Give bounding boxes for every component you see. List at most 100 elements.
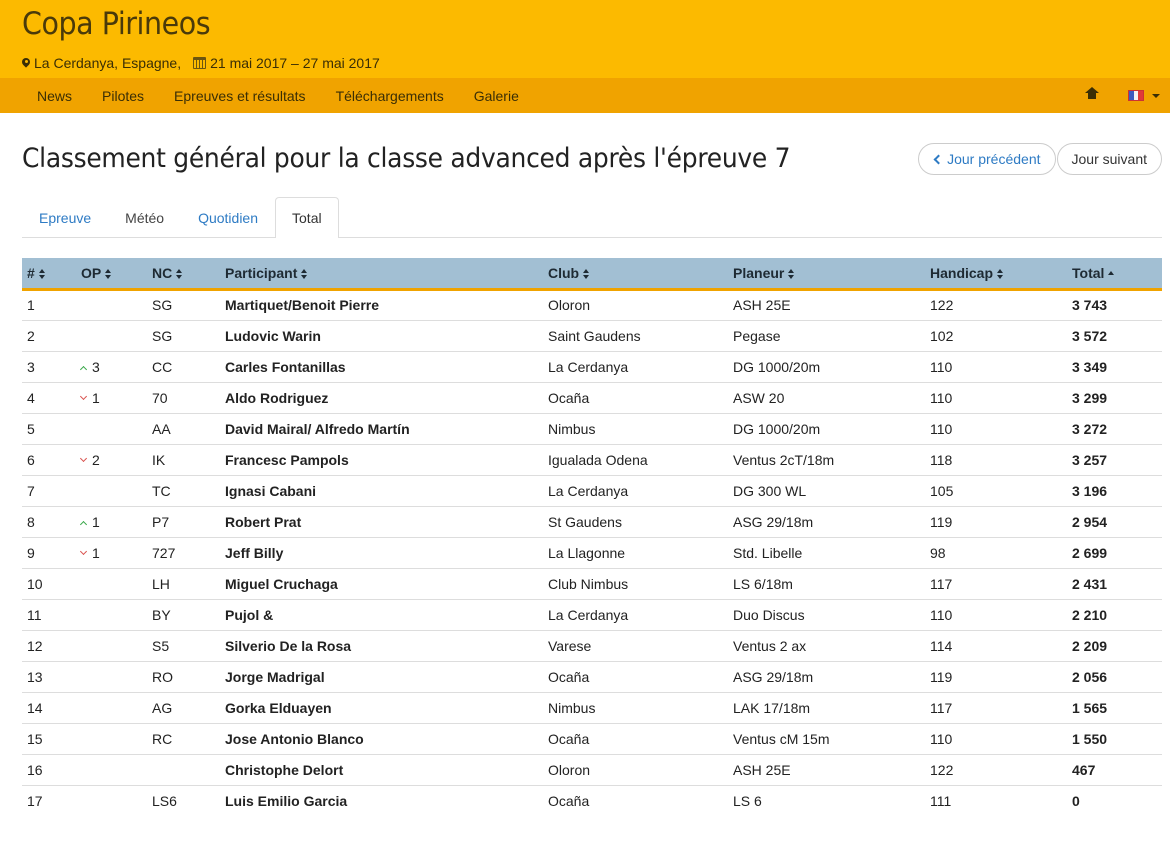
cell-planeur: DG 300 WL — [728, 474, 925, 506]
cell-op — [76, 412, 147, 444]
cell-nc: P7 — [147, 505, 220, 537]
cell-planeur: Duo Discus — [728, 598, 925, 630]
cell-club: Ocaña — [543, 784, 728, 816]
event-info: La Cerdanya, Espagne, 21 mai 2017 – 27 m… — [22, 55, 380, 71]
table-row: 11 BY Pujol & La Cerdanya Duo Discus 110 2 210 — [22, 598, 1162, 630]
table-row: 12 S5 Silverio De la Rosa Varese Ventus 2 ax… — [22, 629, 1162, 661]
cell-planeur: ASG 29/18m — [728, 505, 925, 537]
cell-total: 2 699 — [1067, 536, 1162, 568]
cell-rank: 3 — [22, 350, 76, 382]
column-header-participant[interactable]: Participant — [220, 258, 543, 291]
cell-op — [76, 784, 147, 816]
cell-participant: Jose Antonio Blanco — [220, 722, 543, 754]
cell-rank: 16 — [22, 753, 76, 785]
cell-rank: 8 — [22, 505, 76, 537]
table-row: 6 2 IK Francesc Pampols Igualada Odena Ventus… — [22, 443, 1162, 475]
table-header-row: # OP NC Participant Club Planeur Handica… — [22, 258, 1162, 291]
rank-up-icon — [79, 365, 88, 373]
language-dropdown-caret-icon[interactable] — [1152, 93, 1160, 98]
cell-op — [76, 289, 147, 320]
cell-club: La Llagonne — [543, 536, 728, 568]
cell-total: 3 272 — [1067, 412, 1162, 444]
cell-planeur: ASG 29/18m — [728, 660, 925, 692]
cell-rank: 15 — [22, 722, 76, 754]
rank-change-value: 1 — [92, 513, 100, 530]
rank-down-icon — [79, 393, 88, 401]
cell-participant: Ignasi Cabani — [220, 474, 543, 506]
cell-handicap: 110 — [925, 722, 1067, 754]
tab-meteo[interactable]: Météo — [108, 197, 181, 237]
cell-total: 2 210 — [1067, 598, 1162, 630]
table-row: 17 LS6 Luis Emilio Garcia Ocaña LS 6 111 0 — [22, 784, 1162, 816]
cell-club: La Cerdanya — [543, 350, 728, 382]
tab-epreuve[interactable]: Epreuve — [22, 197, 108, 237]
rank-change-value: 1 — [92, 389, 100, 406]
cell-participant: Carles Fontanillas — [220, 350, 543, 382]
home-icon[interactable] — [1085, 86, 1099, 101]
nav-pilotes[interactable]: Pilotes — [87, 88, 159, 104]
nav-epreuves-resultats[interactable]: Epreuves et résultats — [159, 88, 321, 104]
cell-nc: CC — [147, 350, 220, 382]
column-header-nc[interactable]: NC — [147, 258, 220, 291]
chevron-left-icon — [933, 154, 944, 164]
cell-nc: 727 — [147, 536, 220, 568]
next-day-button[interactable]: Jour suivant — [1056, 143, 1162, 175]
table-row: 5 AA David Mairal/ Alfredo Martín Nimbus DG … — [22, 412, 1162, 444]
rank-change-value: 3 — [92, 358, 100, 375]
cell-rank: 11 — [22, 598, 76, 630]
day-navigation: Jour précédent Jour suivant — [918, 143, 1162, 175]
event-location: La Cerdanya, Espagne, — [34, 55, 182, 71]
column-header-club[interactable]: Club — [543, 258, 728, 291]
previous-day-button[interactable]: Jour précédent — [918, 143, 1056, 175]
cell-club: Varese — [543, 629, 728, 661]
cell-rank: 10 — [22, 567, 76, 599]
cell-rank: 5 — [22, 412, 76, 444]
rank-up-icon — [79, 520, 88, 528]
cell-handicap: 117 — [925, 567, 1067, 599]
tab-quotidien[interactable]: Quotidien — [181, 197, 275, 237]
cell-total: 3 257 — [1067, 443, 1162, 475]
cell-op — [76, 598, 147, 630]
cell-handicap: 102 — [925, 319, 1067, 351]
cell-op: 3 — [76, 350, 147, 382]
cell-op — [76, 629, 147, 661]
column-header-total[interactable]: Total — [1067, 258, 1162, 291]
cell-nc: AG — [147, 691, 220, 723]
nav-news[interactable]: News — [22, 88, 87, 104]
cell-op — [76, 319, 147, 351]
cell-rank: 7 — [22, 474, 76, 506]
cell-total: 467 — [1067, 753, 1162, 785]
site-title[interactable]: Copa Pirineos — [22, 6, 211, 42]
column-header-handicap[interactable]: Handicap — [925, 258, 1067, 291]
cell-op: 2 — [76, 443, 147, 475]
site-header: Copa Pirineos La Cerdanya, Espagne, 21 m… — [0, 0, 1170, 78]
cell-club: Oloron — [548, 297, 591, 313]
cell-nc: LH — [147, 567, 220, 599]
cell-participant: Silverio De la Rosa — [220, 629, 543, 661]
cell-participant: David Mairal/ Alfredo Martín — [220, 412, 543, 444]
cell-handicap: 110 — [925, 412, 1067, 444]
cell-handicap: 118 — [925, 443, 1067, 475]
main-nav: News Pilotes Epreuves et résultats Téléc… — [0, 78, 1170, 113]
cell-total: 3 743 — [1072, 297, 1108, 313]
nav-galerie[interactable]: Galerie — [459, 88, 534, 104]
cell-planeur: Ventus cM 15m — [728, 722, 925, 754]
event-dates: 21 mai 2017 – 27 mai 2017 — [210, 55, 380, 71]
cell-club: Oloron — [543, 753, 728, 785]
cell-nc: RO — [147, 660, 220, 692]
cell-handicap: 110 — [925, 598, 1067, 630]
column-header-op[interactable]: OP — [76, 258, 147, 291]
cell-rank: 12 — [22, 629, 76, 661]
tab-total[interactable]: Total — [275, 197, 339, 238]
next-day-label: Jour suivant — [1071, 151, 1147, 167]
cell-nc: IK — [147, 443, 220, 475]
cell-club: Ocaña — [543, 381, 728, 413]
cell-participant: Miguel Cruchaga — [220, 567, 543, 599]
nav-telechargements[interactable]: Téléchargements — [321, 88, 459, 104]
column-header-planeur[interactable]: Planeur — [728, 258, 925, 291]
flag-fr-icon[interactable] — [1128, 90, 1144, 101]
cell-participant: Christophe Delort — [220, 753, 543, 785]
table-row: 16 Christophe Delort Oloron ASH 25E 122 467 — [22, 753, 1162, 785]
cell-nc: 70 — [147, 381, 220, 413]
column-header-rank[interactable]: # — [22, 258, 76, 291]
